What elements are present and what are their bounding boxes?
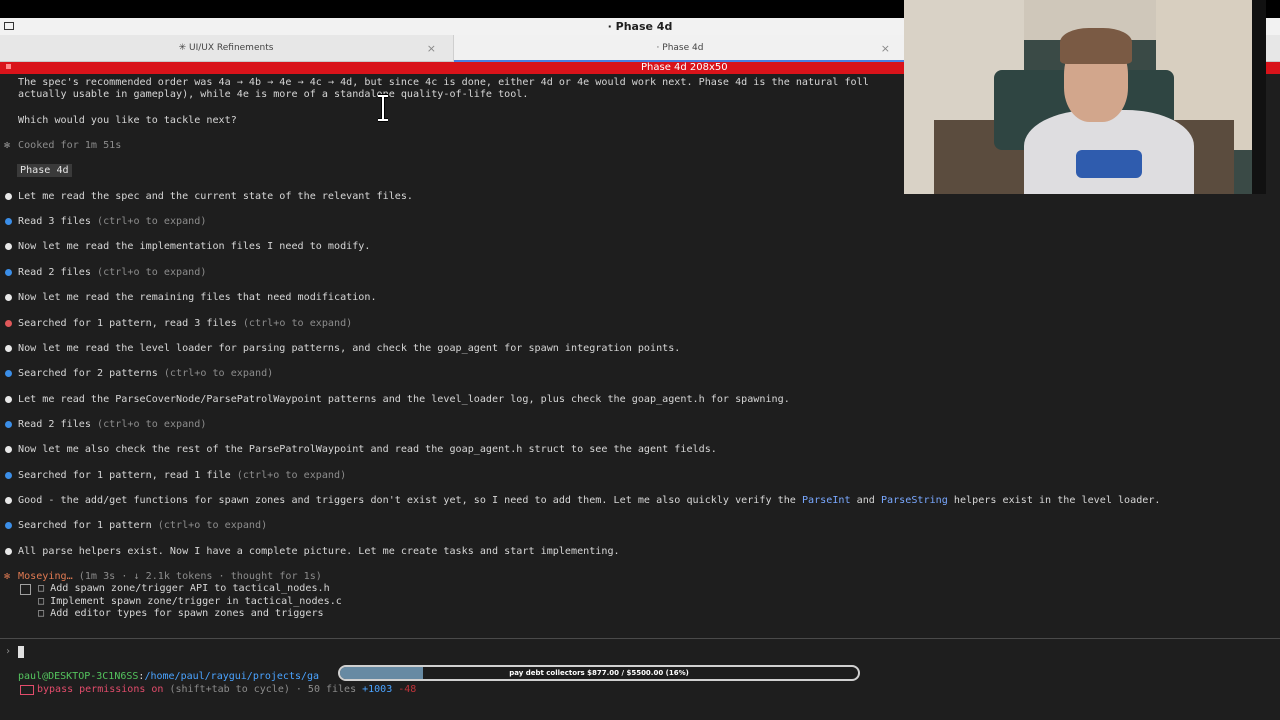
bullet-icon xyxy=(5,294,12,301)
bullet-icon xyxy=(5,193,12,200)
bullet-icon xyxy=(5,548,12,555)
expand-hint: (ctrl+o to expand) xyxy=(230,470,347,481)
bullet-icon xyxy=(5,446,12,453)
output-line: actually usable in gameplay), while 4e i… xyxy=(18,89,529,100)
code-ref: ParseString xyxy=(880,495,948,506)
task-label: Implement spawn zone/trigger in tactical… xyxy=(50,596,342,607)
text: Good - the add/get functions for spawn z… xyxy=(18,495,802,506)
permission-hint: (shift+tab to cycle) · 50 files xyxy=(163,684,363,695)
tool-summary: Searched for 1 pattern, read 1 file xyxy=(18,470,231,481)
shirt-logo xyxy=(1076,150,1142,178)
expand-hint: (ctrl+o to expand) xyxy=(151,520,268,531)
bullet-icon xyxy=(5,370,12,377)
expand-hint: (ctrl+o to expand) xyxy=(90,267,207,278)
bullet-icon xyxy=(5,243,12,250)
tool-line[interactable]: Read 3 files (ctrl+o to expand) xyxy=(18,215,206,228)
user-host: paul@DESKTOP-3C1N6SS xyxy=(18,671,139,682)
task-item: □ Add spawn zone/trigger API to tactical… xyxy=(38,583,330,594)
lines-added: +1003 xyxy=(362,684,393,695)
tool-line[interactable]: Searched for 2 patterns (ctrl+o to expan… xyxy=(18,367,273,380)
cooked-status: Cooked for 1m 51s xyxy=(18,140,122,151)
text: helpers exist in the level loader. xyxy=(947,495,1161,506)
permission-line[interactable]: bypass permissions on (shift+tab to cycl… xyxy=(18,684,416,695)
lines-removed: -48 xyxy=(392,684,417,695)
status-line: paul@DESKTOP-3C1N6SS:/home/paul/raygui/p… xyxy=(18,671,319,682)
text: and xyxy=(850,495,881,506)
close-icon[interactable]: × xyxy=(881,42,890,55)
output-line: Let me read the spec and the current sta… xyxy=(18,191,414,202)
progress-label: pay debt collectors $877.00 / $5500.00 (… xyxy=(509,669,689,677)
task-label: Add spawn zone/trigger API to tactical_n… xyxy=(50,583,330,594)
expand-hint: (ctrl+o to expand) xyxy=(90,216,207,227)
bullet-icon xyxy=(5,472,12,479)
expand-hint: (ctrl+o to expand) xyxy=(90,419,207,430)
activity-label: Moseying… xyxy=(18,571,73,582)
bullet-icon xyxy=(5,396,12,403)
expand-hint: (ctrl+o to expand) xyxy=(236,318,353,329)
tool-line[interactable]: Read 2 files (ctrl+o to expand) xyxy=(18,418,206,431)
output-line: Now let me read the remaining files that… xyxy=(18,292,377,303)
bullet-icon xyxy=(5,345,12,352)
user-prompt: Phase 4d xyxy=(17,164,72,177)
spinner-icon: ✻ xyxy=(4,571,11,582)
bullet-icon xyxy=(5,497,12,504)
task-item: □ Implement spawn zone/trigger in tactic… xyxy=(38,596,342,607)
tool-summary: Read 3 files xyxy=(18,216,91,227)
bullet-icon xyxy=(5,421,12,428)
checkbox-icon: □ xyxy=(38,596,45,607)
tool-line[interactable]: Read 2 files (ctrl+o to expand) xyxy=(18,266,206,279)
tool-summary: Read 2 files xyxy=(18,419,91,430)
checkbox-icon: □ xyxy=(38,583,45,594)
goal-progress-bar: pay debt collectors $877.00 / $5500.00 (… xyxy=(338,665,860,681)
output-line: Now let me also check the rest of the Pa… xyxy=(18,444,717,455)
pane-indicator-icon xyxy=(6,64,11,69)
tool-summary: Searched for 2 patterns xyxy=(18,368,158,379)
tab-label: ✳ UI/UX Refinements xyxy=(178,43,274,53)
close-icon[interactable]: × xyxy=(427,42,436,55)
tab-phase-4d[interactable]: · Phase 4d × xyxy=(453,35,906,62)
input-divider xyxy=(0,638,1280,639)
code-ref: ParseInt xyxy=(801,495,851,506)
activity-status: Moseying… (1m 3s · ↓ 2.1k tokens · thoug… xyxy=(18,570,322,583)
working-directory: /home/paul/raygui/projects/ga xyxy=(144,671,320,682)
tool-summary: Read 2 files xyxy=(18,267,91,278)
pane-title: Phase 4d 208x50 xyxy=(641,62,728,73)
prompt-input[interactable] xyxy=(18,646,24,658)
bullet-icon xyxy=(5,269,12,276)
bullet-icon xyxy=(5,218,12,225)
tool-line[interactable]: Searched for 1 pattern, read 3 files (ct… xyxy=(18,317,352,330)
task-label: Add editor types for spawn zones and tri… xyxy=(50,608,324,619)
task-list-icon xyxy=(20,584,31,595)
tool-line[interactable]: Searched for 1 pattern (ctrl+o to expand… xyxy=(18,519,267,532)
output-line: All parse helpers exist. Now I have a co… xyxy=(18,546,620,557)
permission-mode: bypass permissions on xyxy=(37,684,164,695)
checkbox-icon: □ xyxy=(38,608,45,619)
bullet-icon xyxy=(5,320,12,327)
output-line: Now let me read the implementation files… xyxy=(18,241,371,252)
output-line: Now let me read the level loader for par… xyxy=(18,343,681,354)
output-line: Which would you like to tackle next? xyxy=(18,115,237,126)
tool-summary: Searched for 1 pattern, read 3 files xyxy=(18,318,237,329)
tool-summary: Searched for 1 pattern xyxy=(18,520,152,531)
activity-meta: (1m 3s · ↓ 2.1k tokens · thought for 1s) xyxy=(72,571,322,582)
text-cursor-icon xyxy=(378,94,388,122)
prompt-caret-icon: › xyxy=(5,646,12,657)
tool-line[interactable]: Searched for 1 pattern, read 1 file (ctr… xyxy=(18,469,346,482)
webcam-overlay xyxy=(904,0,1266,194)
expand-hint: (ctrl+o to expand) xyxy=(157,368,274,379)
task-item: □ Add editor types for spawn zones and t… xyxy=(38,608,324,619)
tab-ui-ux-refinements[interactable]: ✳ UI/UX Refinements × xyxy=(0,35,452,61)
tab-label: · Phase 4d xyxy=(656,43,704,53)
asterisk-icon: ✻ xyxy=(4,140,11,151)
output-line: Let me read the ParseCoverNode/ParsePatr… xyxy=(18,394,790,405)
bullet-icon xyxy=(5,522,12,529)
output-line: Good - the add/get functions for spawn z… xyxy=(18,494,1161,507)
